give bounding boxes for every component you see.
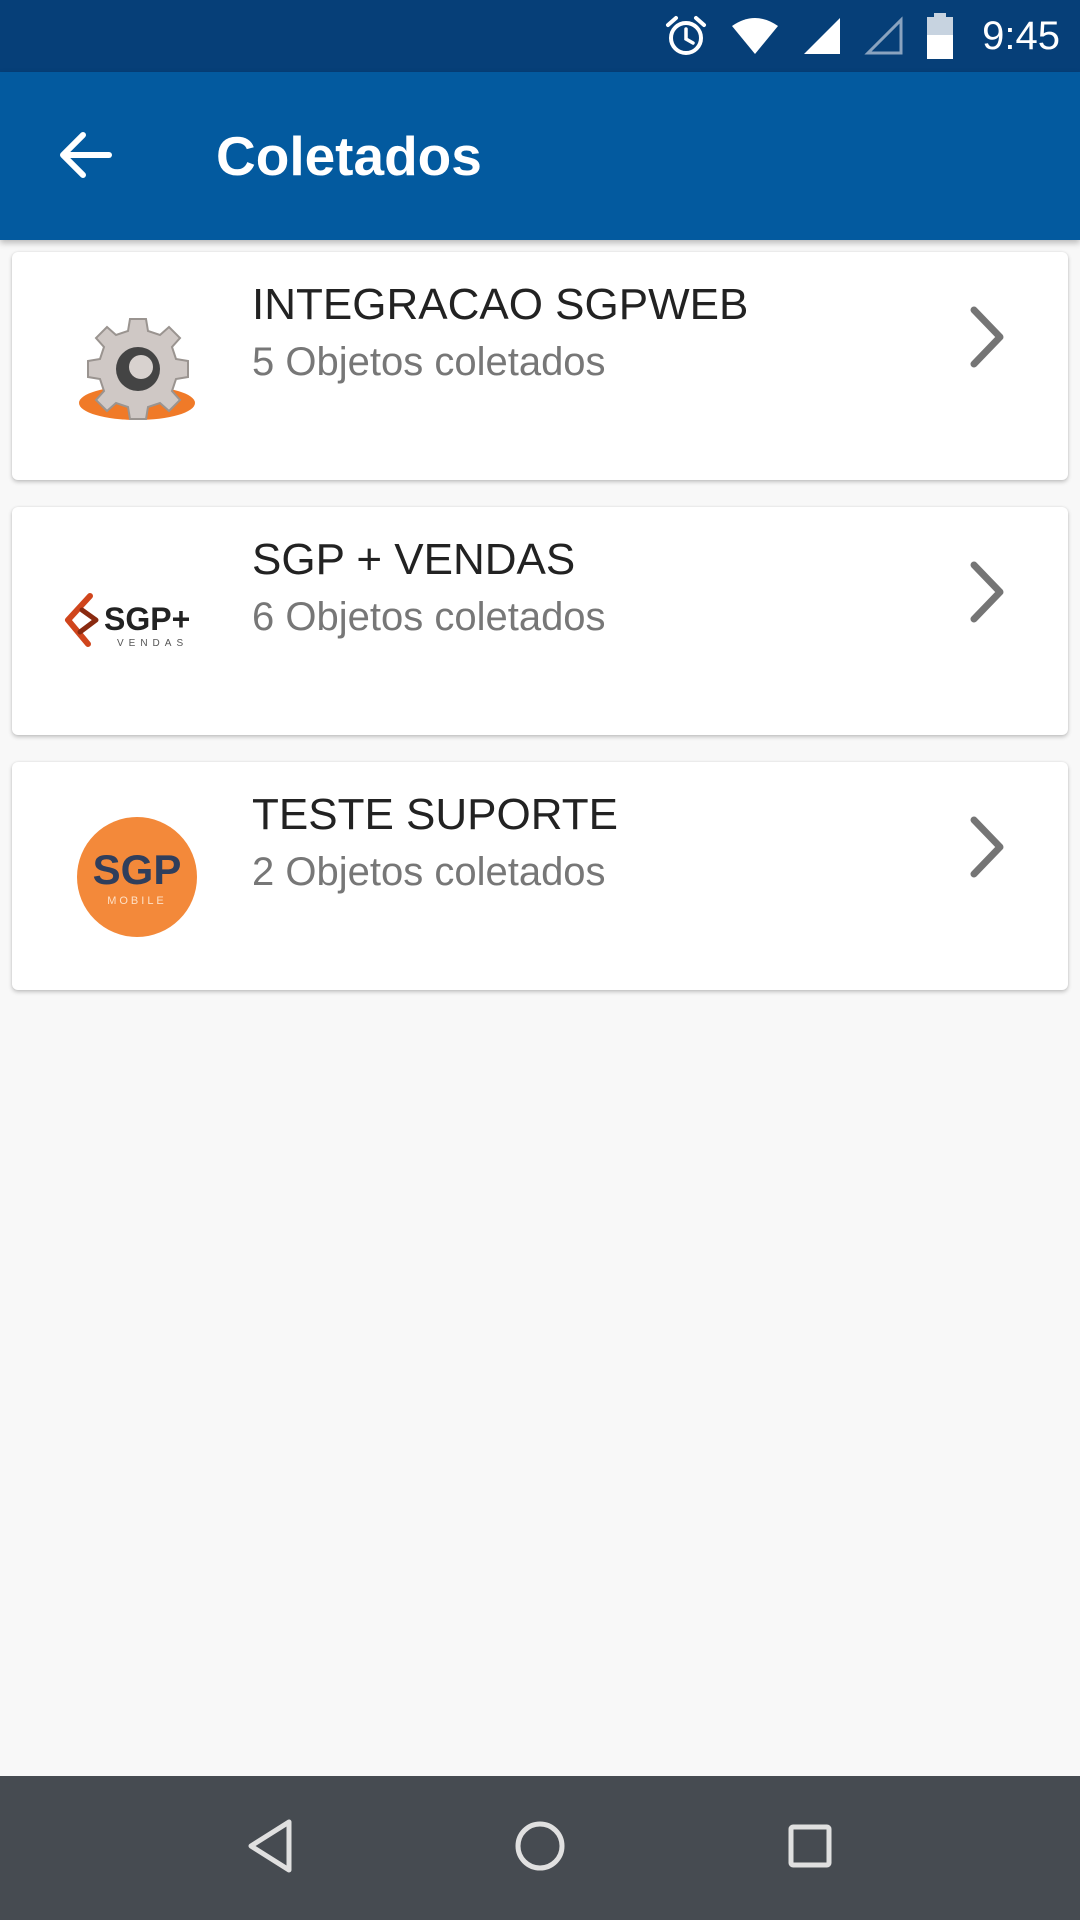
list-item-title: TESTE SUPORTE	[252, 790, 618, 839]
list-item-teste-suporte[interactable]: SGP MOBILE TESTE SUPORTE 2 Objetos colet…	[12, 762, 1068, 990]
sgp-vendas-logo-text: SGP+	[104, 601, 190, 637]
signal-empty-icon	[864, 16, 904, 56]
list-item-subtitle: 2 Objetos coletados	[252, 850, 606, 894]
chevron-right-icon	[962, 812, 1012, 882]
battery-icon	[926, 13, 954, 59]
recents-square-icon	[785, 1821, 835, 1876]
sgp-vendas-logo-subtext: VENDAS	[117, 638, 188, 649]
back-triangle-icon	[245, 1818, 295, 1879]
navigation-bar	[0, 1776, 1080, 1920]
arrow-back-icon	[57, 130, 113, 185]
sgp-mobile-logo-subtext: MOBILE	[107, 895, 167, 907]
list-item-sgp-vendas[interactable]: SGP+ VENDAS SGP + VENDAS 6 Objetos colet…	[12, 507, 1068, 735]
chevron-right-icon	[962, 557, 1012, 627]
sgp-vendas-logo: SGP+ VENDAS	[62, 557, 212, 687]
app-bar: Coletados	[0, 72, 1080, 240]
chevron-right-icon	[962, 302, 1012, 372]
sgp-mobile-logo: SGP MOBILE	[62, 812, 212, 942]
list-item-title: SGP + VENDAS	[252, 535, 576, 584]
nav-back-button[interactable]	[234, 1812, 306, 1884]
sgp-mobile-logo-text: SGP	[93, 846, 182, 893]
list-item-title: INTEGRACAO SGPWEB	[252, 280, 749, 329]
signal-icon	[802, 16, 842, 56]
status-icons: 9:45	[664, 0, 1060, 72]
page-title: Coletados	[216, 125, 482, 187]
nav-home-button[interactable]	[504, 1812, 576, 1884]
status-bar: 9:45	[0, 0, 1080, 72]
wifi-icon	[730, 16, 780, 56]
status-time: 9:45	[982, 13, 1060, 58]
home-circle-icon	[512, 1818, 568, 1879]
list-item-subtitle: 6 Objetos coletados	[252, 595, 606, 639]
alarm-icon	[664, 14, 708, 58]
gear-logo-icon	[62, 302, 212, 432]
list-item-subtitle: 5 Objetos coletados	[252, 340, 606, 384]
list-item-integracao-sgpweb[interactable]: INTEGRACAO SGPWEB 5 Objetos coletados	[12, 252, 1068, 480]
nav-recents-button[interactable]	[774, 1812, 846, 1884]
back-button[interactable]	[40, 112, 130, 202]
